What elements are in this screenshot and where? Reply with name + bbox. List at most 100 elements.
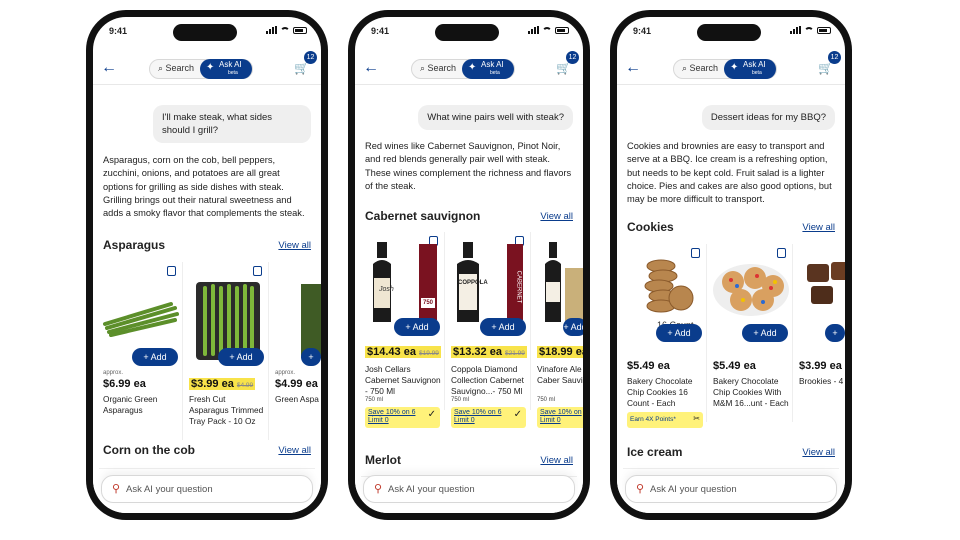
search-toggle[interactable]: ⌕ Search ✦ Ask AI beta	[149, 59, 253, 79]
product-card[interactable]: + Add $18.99 ea Vinafore Ale Valley Cabe…	[533, 232, 583, 428]
product-image	[103, 302, 179, 337]
save-offer[interactable]: Save 10% on Limit 0	[537, 407, 583, 428]
product-card[interactable]: + $3.99 ea Brookies - 4	[795, 244, 845, 422]
signal-icon	[790, 26, 801, 34]
add-button[interactable]: + Add	[480, 318, 526, 336]
section-header: Cabernet sauvignon View all	[365, 209, 573, 223]
price: $18.99 ea	[537, 346, 583, 358]
add-button[interactable]: + Add	[218, 348, 264, 366]
phone-frame: 9:41 ← ⌕ Search ✦ Ask AI beta	[348, 10, 590, 520]
back-arrow-icon[interactable]: ←	[625, 59, 641, 77]
cart-count-badge: 12	[828, 51, 841, 64]
product-name[interactable]: Green Aspa	[275, 394, 321, 405]
cart-count-badge: 12	[304, 51, 317, 64]
ask-ai-input[interactable]: ⚲ Ask AI your question	[101, 475, 313, 503]
wifi-icon	[280, 26, 290, 34]
section-header: Ice cream View all	[627, 445, 835, 459]
product-card[interactable]: + approx. $4.99 ea Green Aspa	[271, 262, 321, 440]
price: $5.49 ea	[627, 360, 670, 372]
product-image	[644, 259, 694, 313]
add-button[interactable]: +	[301, 348, 321, 366]
sparkle-icon: ✦	[206, 62, 215, 73]
status-bar: 9:41	[93, 17, 321, 45]
dynamic-island	[173, 24, 237, 41]
product-carousel[interactable]: 16 Count + Add $5.49 ea Bakery Chocolate…	[623, 244, 845, 444]
product-card[interactable]: COPPOLA CABERNET + Add $13.32 ea $21.99 …	[447, 232, 531, 428]
product-card[interactable]: Josh Cabernet Sauvignon 750 + Add $14.43…	[361, 232, 445, 428]
sparkle-icon: ✦	[468, 62, 477, 73]
points-offer[interactable]: Earn 4X Points* ✂	[627, 412, 703, 428]
product-name[interactable]: Bakery Chocolate Chip Cookies 16 Count -…	[627, 376, 704, 409]
ask-ai-input[interactable]: ⚲ Ask AI your question	[363, 475, 575, 503]
product-card[interactable]: + Add approx. $6.99 ea Organic Green Asp…	[99, 262, 183, 440]
top-nav: ← ⌕ Search ✦ Ask AI beta 🛒 12	[355, 51, 583, 85]
save-offer[interactable]: Save 10% on 6 Limit 0 ✓	[451, 407, 526, 428]
phone-frame: 9:41 ← ⌕ Search ✦ Ask AI beta	[610, 10, 852, 520]
status-bar: 9:41	[617, 17, 845, 45]
add-button[interactable]: + Add	[563, 318, 583, 336]
price: $4.99 ea	[275, 378, 318, 390]
product-card[interactable]: + Add $5.49 ea Bakery Chocolate Chip Coo…	[709, 244, 793, 422]
wifi-icon	[804, 26, 814, 34]
user-message: I'll make steak, what sides should I gri…	[153, 105, 311, 143]
cart-count-badge: 12	[566, 51, 579, 64]
view-all-link[interactable]: View all	[802, 222, 835, 233]
back-arrow-icon[interactable]: ←	[363, 59, 379, 77]
back-arrow-icon[interactable]: ←	[101, 59, 117, 77]
product-name[interactable]: Bakery Chocolate Chip Cookies With M&M 1…	[713, 376, 790, 409]
product-name[interactable]: Brookies - 4	[799, 376, 845, 387]
search-icon: ⌕ Search	[682, 63, 719, 73]
product-name[interactable]: Coppola Diamond Collection Cabernet Sauv…	[451, 364, 528, 397]
add-button[interactable]: +	[825, 324, 845, 342]
ask-ai-toggle[interactable]: ✦ Ask AI beta	[724, 59, 776, 79]
section-header: Corn on the cob View all	[103, 443, 311, 457]
top-nav: ← ⌕ Search ✦ Ask AI beta 🛒 12	[617, 51, 845, 85]
list-add-icon[interactable]	[253, 266, 262, 276]
user-message: Dessert ideas for my BBQ?	[701, 105, 835, 130]
product-image	[807, 262, 845, 304]
ask-ai-icon: ⚲	[636, 483, 645, 495]
dynamic-island	[435, 24, 499, 41]
product-image	[545, 242, 583, 322]
app-showcase: 9:41 ← ⌕ Search ✦ Ask AI beta 🛒 12 I'll …	[0, 0, 960, 540]
add-button[interactable]: + Add	[742, 324, 788, 342]
price: $13.32 ea $21.99	[451, 346, 527, 358]
ask-ai-toggle[interactable]: ✦ Ask AI beta	[200, 59, 252, 79]
ai-answer: Asparagus, corn on the cob, bell peppers…	[103, 155, 305, 219]
view-all-link[interactable]: View all	[278, 445, 311, 456]
user-message: What wine pairs well with steak?	[418, 105, 573, 130]
ask-ai-input[interactable]: ⚲ Ask AI your question	[625, 475, 837, 503]
product-carousel[interactable]: Josh Cabernet Sauvignon 750 + Add $14.43…	[361, 232, 583, 432]
price: $6.99 ea	[103, 378, 146, 390]
product-name[interactable]: Fresh Cut Asparagus Trimmed Tray Pack - …	[189, 394, 266, 427]
view-all-link[interactable]: View all	[278, 240, 311, 251]
product-image	[373, 242, 437, 322]
status-bar: 9:41	[355, 17, 583, 45]
dynamic-island	[697, 24, 761, 41]
top-nav: ← ⌕ Search ✦ Ask AI beta 🛒 12	[93, 51, 321, 85]
ask-ai-toggle[interactable]: ✦ Ask AI beta	[462, 59, 514, 79]
chat-area: What wine pairs well with steak? Red win…	[355, 86, 583, 513]
product-carousel[interactable]: + Add approx. $6.99 ea Organic Green Asp…	[99, 262, 321, 462]
search-toggle[interactable]: ⌕ Search ✦ Ask AI beta	[411, 59, 515, 79]
list-add-icon[interactable]	[167, 266, 176, 276]
price: $5.49 ea	[713, 360, 756, 372]
view-all-link[interactable]: View all	[802, 447, 835, 458]
ai-answer: Cookies and brownies are easy to transpo…	[627, 141, 832, 205]
wifi-icon	[542, 26, 552, 34]
save-offer[interactable]: Save 10% on 6 Limit 0 ✓	[365, 407, 440, 428]
view-all-link[interactable]: View all	[540, 211, 573, 222]
product-name[interactable]: Josh Cellars Cabernet Sauvignon - 750 Ml	[365, 364, 442, 397]
add-button[interactable]: + Add	[394, 318, 440, 336]
add-button[interactable]: + Add	[656, 324, 702, 342]
product-name[interactable]: Organic Green Asparagus	[103, 394, 180, 416]
section-header: Cookies View all	[627, 220, 835, 234]
signal-icon	[266, 26, 277, 34]
product-card[interactable]: + Add $3.99 ea $4.99 Fresh Cut Asparagus…	[185, 262, 269, 440]
add-button[interactable]: + Add	[132, 348, 178, 366]
view-all-link[interactable]: View all	[540, 455, 573, 466]
ask-ai-icon: ⚲	[374, 483, 383, 495]
product-name[interactable]: Vinafore Ale Valley Caber Sauvigno...	[537, 364, 583, 386]
search-toggle[interactable]: ⌕ Search ✦ Ask AI beta	[673, 59, 777, 79]
product-card[interactable]: 16 Count + Add $5.49 ea Bakery Chocolate…	[623, 244, 707, 428]
